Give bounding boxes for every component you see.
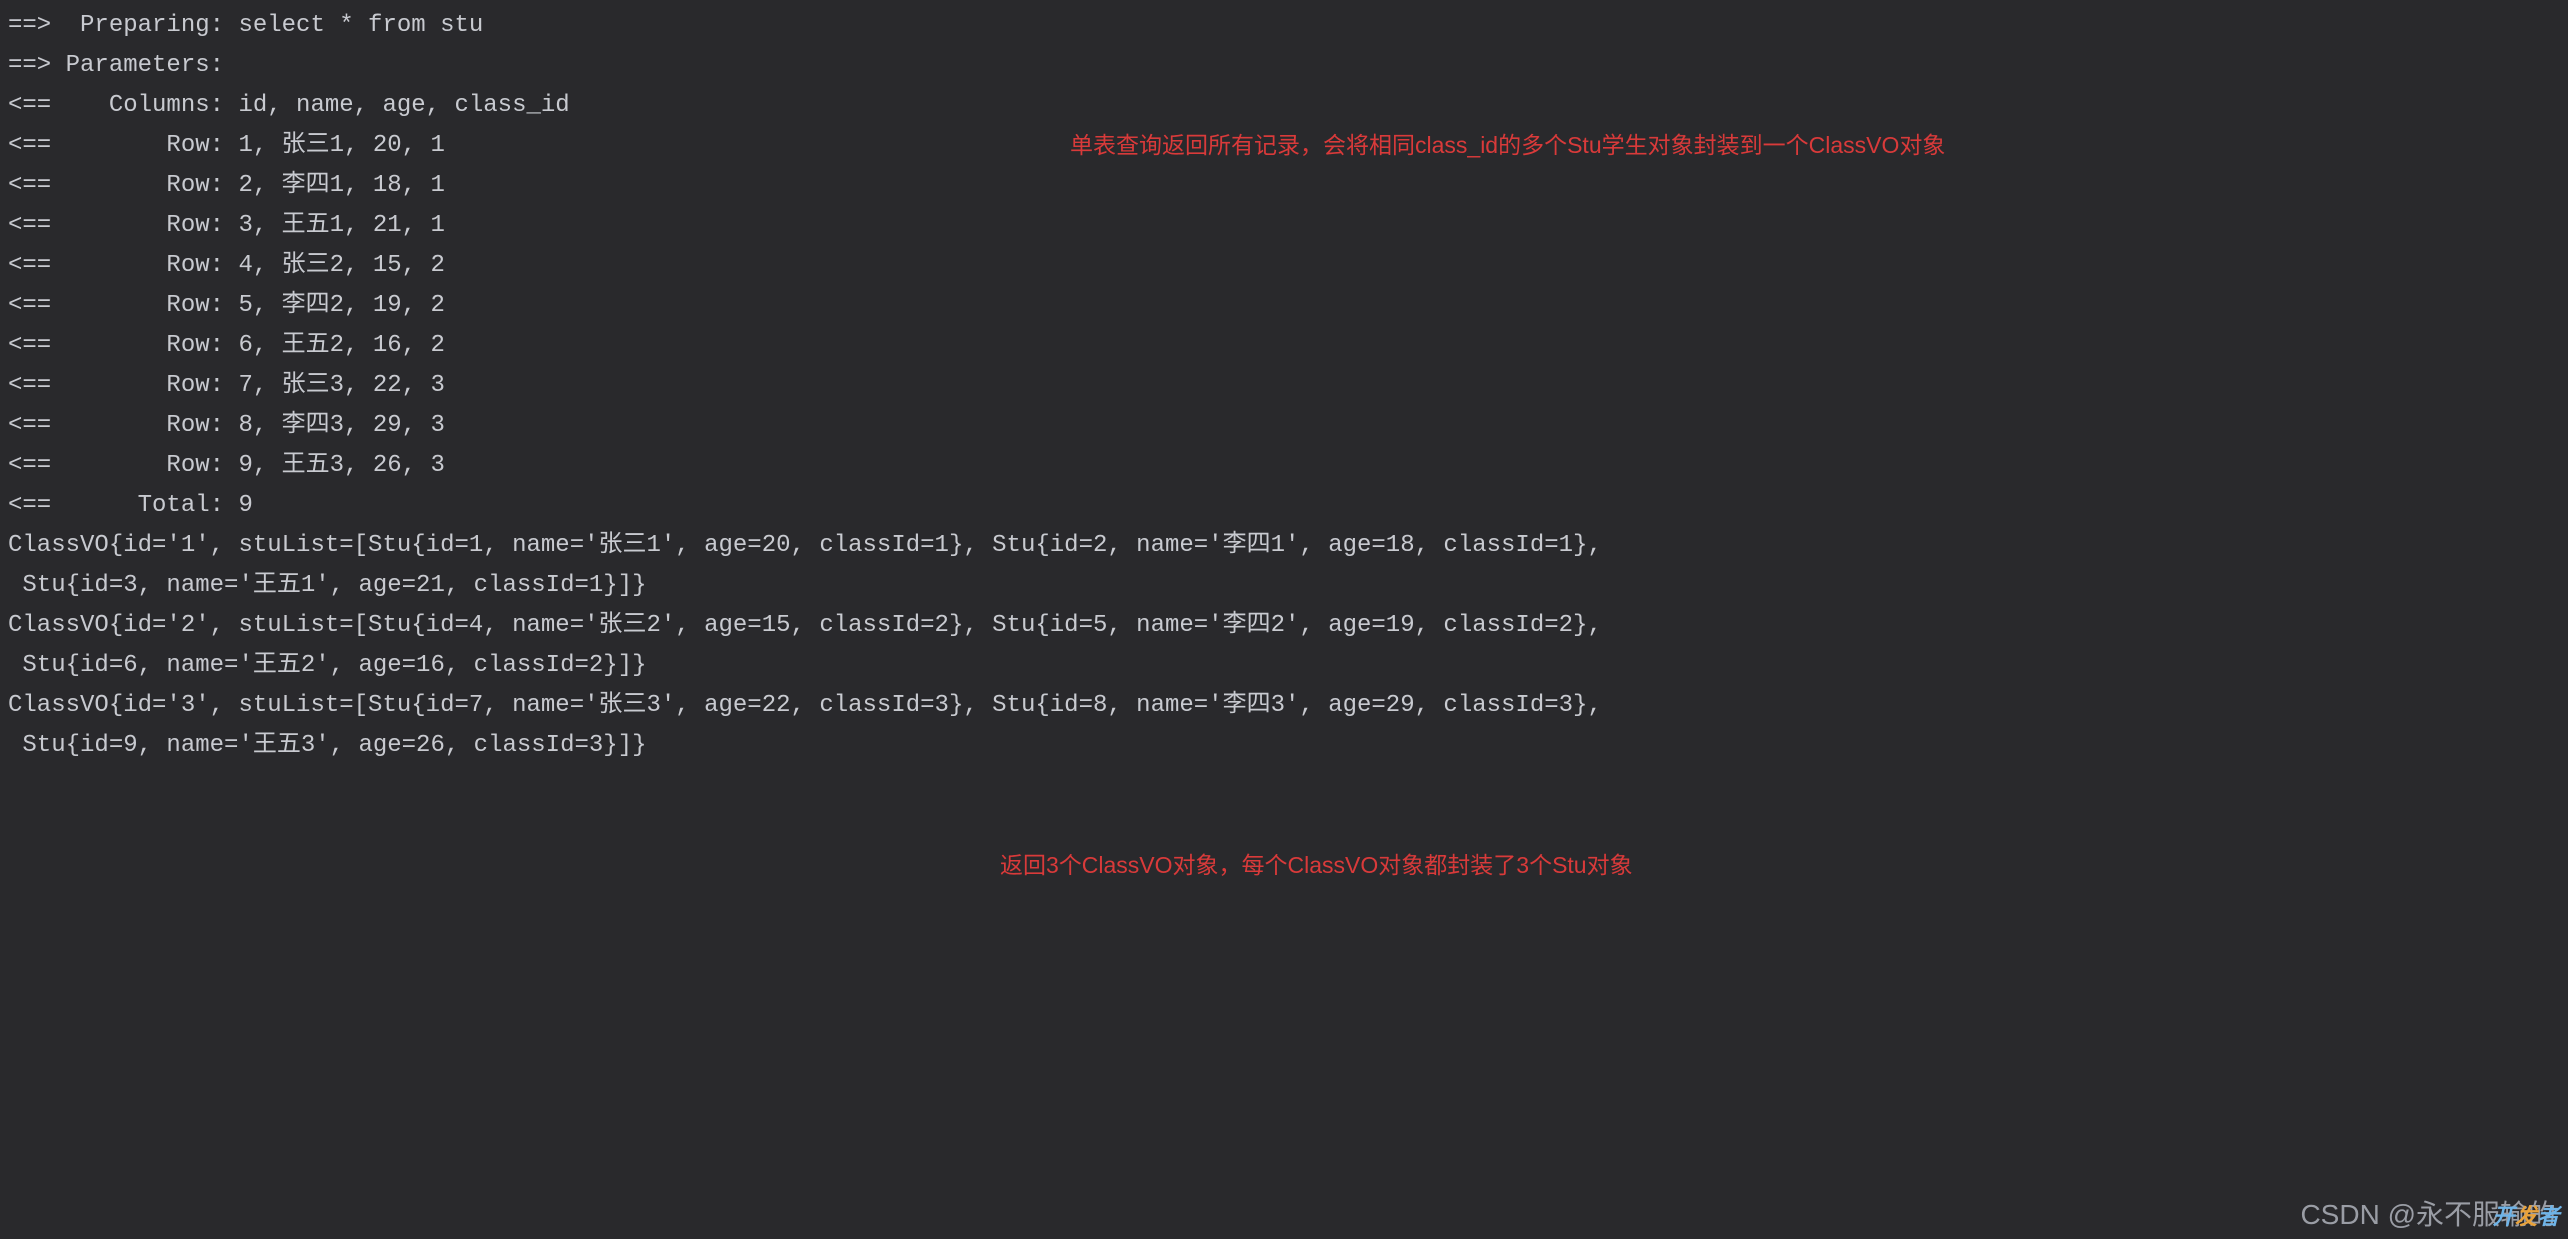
log-output-line: ClassVO{id='1', stuList=[Stu{id=1, name=… [8,526,2560,566]
annotation-return-three: 返回3个ClassVO对象，每个ClassVO对象都封装了3个Stu对象 [1000,845,1633,885]
log-output-line: ClassVO{id='2', stuList=[Stu{id=4, name=… [8,606,2560,646]
annotation-single-table: 单表查询返回所有记录，会将相同class_id的多个Stu学生对象封装到一个Cl… [1070,125,1945,165]
log-row: <== Row: 5, 李四2, 19, 2 [8,286,2560,326]
log-output-line: Stu{id=6, name='王五2', age=16, classId=2}… [8,646,2560,686]
log-row: <== Row: 2, 李四1, 18, 1 [8,166,2560,206]
watermark-logo: 开发者 [2492,1197,2560,1237]
log-total: <== Total: 9 [8,486,2560,526]
log-row: <== Row: 6, 王五2, 16, 2 [8,326,2560,366]
log-row: <== Row: 7, 张三3, 22, 3 [8,366,2560,406]
log-row: <== Row: 4, 张三2, 15, 2 [8,246,2560,286]
log-row: <== Row: 3, 王五1, 21, 1 [8,206,2560,246]
log-row: <== Row: 9, 王五3, 26, 3 [8,446,2560,486]
log-output-line: Stu{id=3, name='王五1', age=21, classId=1}… [8,566,2560,606]
log-row: <== Row: 8, 李四3, 29, 3 [8,406,2560,446]
log-output-line: ClassVO{id='3', stuList=[Stu{id=7, name=… [8,686,2560,726]
log-columns: <== Columns: id, name, age, class_id [8,86,2560,126]
log-preparing: ==> Preparing: select * from stu [8,6,2560,46]
log-output-line: Stu{id=9, name='王五3', age=26, classId=3}… [8,726,2560,766]
log-parameters: ==> Parameters: [8,46,2560,86]
